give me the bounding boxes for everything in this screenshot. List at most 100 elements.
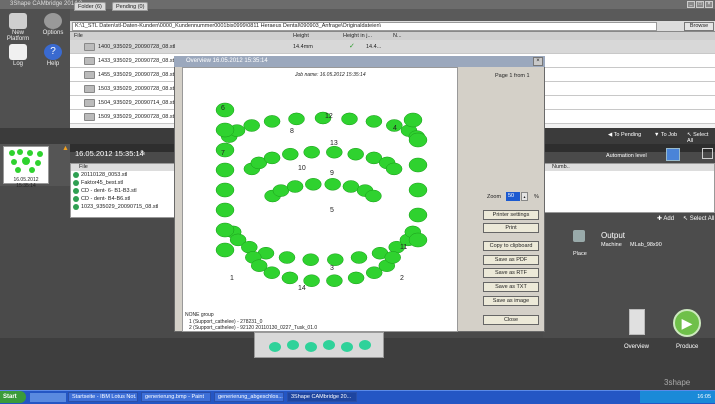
save-txt-button[interactable]: Save as TXT	[483, 282, 539, 292]
file-name: 1504_935029_20090714_08.stl	[98, 100, 176, 106]
output-label: Output	[601, 231, 626, 240]
list-item[interactable]: 1023_935029_20090715_08.stl	[71, 203, 174, 211]
print-button[interactable]: Print	[483, 223, 539, 233]
file-list-header: File Height Height in j... N...	[70, 32, 715, 40]
place-icon[interactable]	[573, 230, 585, 242]
to-job-button[interactable]: ▼ To Job	[654, 132, 677, 138]
table-row[interactable]: 1400_935029_20090728_08.stl 14.4mm ✓ 14.…	[70, 40, 715, 54]
to-job-label: To Job	[660, 132, 678, 138]
close-icon[interactable]: ×	[705, 1, 713, 8]
print-preview: Job name: 16.05.2012 15:35:14 1234567891…	[182, 67, 458, 332]
list-item[interactable]: 20110128_0053.stl	[71, 171, 174, 179]
window-controls: _ □ ×	[687, 1, 713, 8]
produce-button[interactable]: Produce	[676, 344, 698, 350]
platform-icon	[9, 13, 27, 29]
tab-folder[interactable]: Folder (6)	[74, 2, 106, 11]
to-pending-button[interactable]: ◀ To Pending	[608, 132, 641, 138]
options-label: Options	[42, 30, 64, 36]
file-name: 1455_935029_20090728_08.stl	[98, 72, 176, 78]
tooth-mark	[326, 274, 343, 287]
layout-number: 13	[330, 140, 338, 147]
overview-button[interactable]: Overview	[624, 344, 649, 350]
tooth-mark	[215, 102, 235, 118]
start-button[interactable]: Start	[0, 391, 26, 403]
layout-number: 4	[393, 125, 397, 132]
task-explorer[interactable]: generierung_abgeschlos...	[214, 392, 284, 402]
list-item-label: CD - dent- 6- B1-B3.stl	[81, 188, 137, 194]
dialog-close-icon[interactable]: ×	[533, 57, 543, 66]
path-input[interactable]: K:\1_STL Daten\stl-Daten-Kunden\0000_Kun…	[72, 22, 657, 31]
select-all-2-button[interactable]: ↖ Select All	[683, 215, 714, 222]
task-paint[interactable]: generierung.bmp - Paint	[141, 392, 211, 402]
tooth-mark	[347, 147, 364, 161]
col-height[interactable]: Height	[293, 32, 309, 40]
tooth-mark	[408, 132, 428, 148]
task-cambridge[interactable]: 3Shape CAMbridge 20...	[287, 392, 357, 402]
tooth-mark	[282, 147, 299, 161]
tooth-mark	[326, 145, 343, 159]
log-button[interactable]: Log	[1, 44, 35, 67]
automation-checkbox[interactable]	[702, 148, 713, 159]
save-rtf-button[interactable]: Save as RTF	[483, 268, 539, 278]
tooth-icon	[73, 172, 79, 178]
save-image-button[interactable]: Save as image	[483, 296, 539, 306]
file-name: 1400_935029_20090728_08.stl	[98, 44, 176, 50]
minimize-icon[interactable]: _	[687, 1, 695, 8]
page-indicator: Page 1 from 1	[495, 73, 530, 79]
maximize-icon[interactable]: □	[696, 1, 704, 8]
tooth-mark	[286, 180, 304, 193]
col-file[interactable]: File	[74, 32, 83, 40]
col-height-in-job[interactable]: Height in j...	[343, 32, 372, 40]
tooth-mark	[281, 271, 299, 285]
tooth-mark	[215, 162, 235, 178]
tab-pending[interactable]: Pending (0)	[112, 2, 149, 11]
tooth-mark	[350, 251, 368, 264]
tooth-mark	[408, 182, 428, 198]
close-button[interactable]: Close	[483, 315, 539, 325]
tooth-mark	[403, 112, 423, 128]
edit-icon[interactable]: ✎	[140, 149, 146, 157]
tooth-mark	[215, 122, 235, 138]
help-icon: ?	[44, 44, 62, 60]
quick-launch[interactable]	[30, 393, 66, 402]
layout-number: 9	[330, 170, 334, 177]
log-icon	[9, 44, 27, 60]
select-all-2-label: Select All	[689, 216, 715, 222]
job-thumbnail-image	[9, 149, 43, 173]
task-lotus[interactable]: Startseite - IBM Lotus Not...	[68, 392, 138, 402]
job-file-header: File	[71, 164, 174, 171]
layout-number: 6	[221, 105, 225, 112]
col-n[interactable]: N...	[393, 32, 402, 40]
tooth-mark	[303, 145, 320, 159]
stl-file-icon	[84, 99, 95, 107]
machine-value[interactable]: MLab_98x90	[630, 242, 662, 248]
job-thumbnail[interactable]: 16.05.2012 15:35:14	[3, 146, 49, 189]
tooth-mark	[347, 271, 365, 285]
overview-icon[interactable]	[629, 309, 645, 335]
file-height: 14.4mm	[293, 44, 313, 50]
add-label: Add	[663, 216, 675, 222]
help-button[interactable]: ? Help	[36, 44, 70, 67]
tooth-mark	[341, 112, 358, 126]
options-button[interactable]: Options	[36, 13, 70, 36]
list-item[interactable]: Faktor45_best.stl	[71, 179, 174, 187]
save-pdf-button[interactable]: Save as PDF	[483, 255, 539, 265]
zoom-input[interactable]: 50	[506, 192, 520, 201]
copy-clipboard-button[interactable]: Copy to clipboard	[483, 241, 539, 251]
produce-icon[interactable]: ▶	[673, 309, 701, 337]
list-item[interactable]: CD - dent- 6- B1-B3.stl	[71, 187, 174, 195]
list-item[interactable]: CD - dent- B4-B6.stl	[71, 195, 174, 203]
printer-settings-button[interactable]: Printer settings	[483, 210, 539, 220]
tooth-mark	[302, 253, 319, 266]
tooth-mark	[263, 115, 281, 128]
zoom-spinner-icon[interactable]: ▴	[521, 192, 528, 201]
automation-level-icon[interactable]	[666, 148, 680, 161]
tooth-icon	[73, 196, 79, 202]
add-button[interactable]: ✚ Add	[657, 215, 674, 222]
new-platform-button[interactable]: New Platform	[1, 13, 35, 42]
tooth-mark	[408, 207, 428, 223]
select-all-button[interactable]: ↖ Select All	[687, 132, 715, 144]
browse-button[interactable]: Browse	[684, 22, 714, 31]
list-item-label: 20110128_0053.stl	[81, 172, 128, 178]
tooth-icon	[73, 180, 79, 186]
